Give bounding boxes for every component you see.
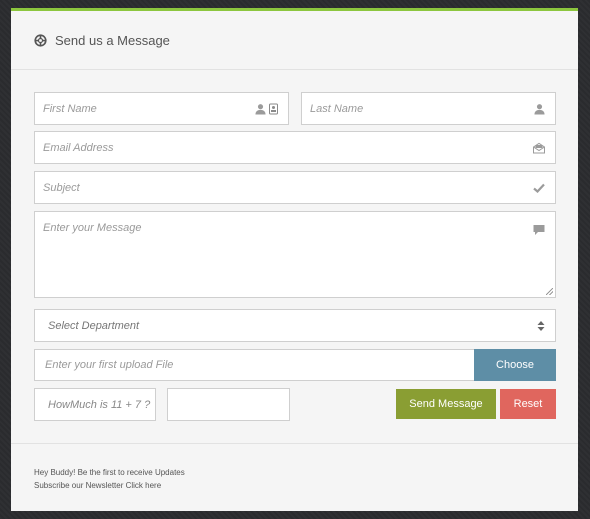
newsletter-footer: Hey Buddy! Be the first to receive Updat… bbox=[34, 466, 185, 492]
subject-placeholder: Subject bbox=[43, 181, 80, 194]
captcha-question: HowMuch is 11 + 7 ? bbox=[34, 388, 156, 421]
department-select[interactable]: Select Department bbox=[34, 309, 556, 342]
email-field[interactable]: Email Address bbox=[34, 131, 556, 164]
lifebuoy-icon bbox=[34, 33, 47, 47]
comment-icon bbox=[533, 225, 545, 235]
message-textarea[interactable]: Enter your Message bbox=[34, 211, 556, 298]
last-name-field[interactable]: Last Name bbox=[301, 92, 556, 125]
department-selected-value: Select Department bbox=[48, 319, 140, 332]
form-header: Send us a Message bbox=[11, 11, 578, 70]
user-icon bbox=[255, 103, 266, 114]
send-message-button[interactable]: Send Message bbox=[396, 389, 496, 419]
resize-handle[interactable] bbox=[546, 288, 553, 295]
first-name-placeholder: First Name bbox=[43, 102, 97, 115]
user-icon bbox=[534, 103, 545, 114]
email-placeholder: Email Address bbox=[43, 141, 114, 154]
sort-arrows-icon bbox=[537, 320, 545, 331]
captcha-question-text: HowMuch is 11 + 7 ? bbox=[48, 398, 151, 411]
contact-form-card: Send us a Message First Name Last Name E… bbox=[11, 8, 578, 511]
last-name-placeholder: Last Name bbox=[310, 102, 364, 115]
message-placeholder: Enter your Message bbox=[43, 222, 142, 234]
captcha-answer-input[interactable] bbox=[167, 388, 290, 421]
id-card-icon bbox=[269, 103, 278, 114]
envelope-open-icon bbox=[533, 142, 545, 153]
upload-placeholder: Enter your first upload File bbox=[45, 359, 174, 371]
footer-line-1: Hey Buddy! Be the first to receive Updat… bbox=[34, 468, 185, 477]
reset-button[interactable]: Reset bbox=[500, 389, 556, 419]
check-icon bbox=[533, 183, 545, 193]
footer-line-2[interactable]: Subscribe our Newsletter Click here bbox=[34, 479, 185, 492]
first-name-field[interactable]: First Name bbox=[34, 92, 289, 125]
subject-field[interactable]: Subject bbox=[34, 171, 556, 204]
choose-file-button[interactable]: Choose bbox=[474, 349, 556, 381]
footer-divider bbox=[11, 443, 578, 444]
form-title: Send us a Message bbox=[55, 32, 170, 48]
upload-file-field[interactable]: Enter your first upload File bbox=[34, 349, 475, 381]
